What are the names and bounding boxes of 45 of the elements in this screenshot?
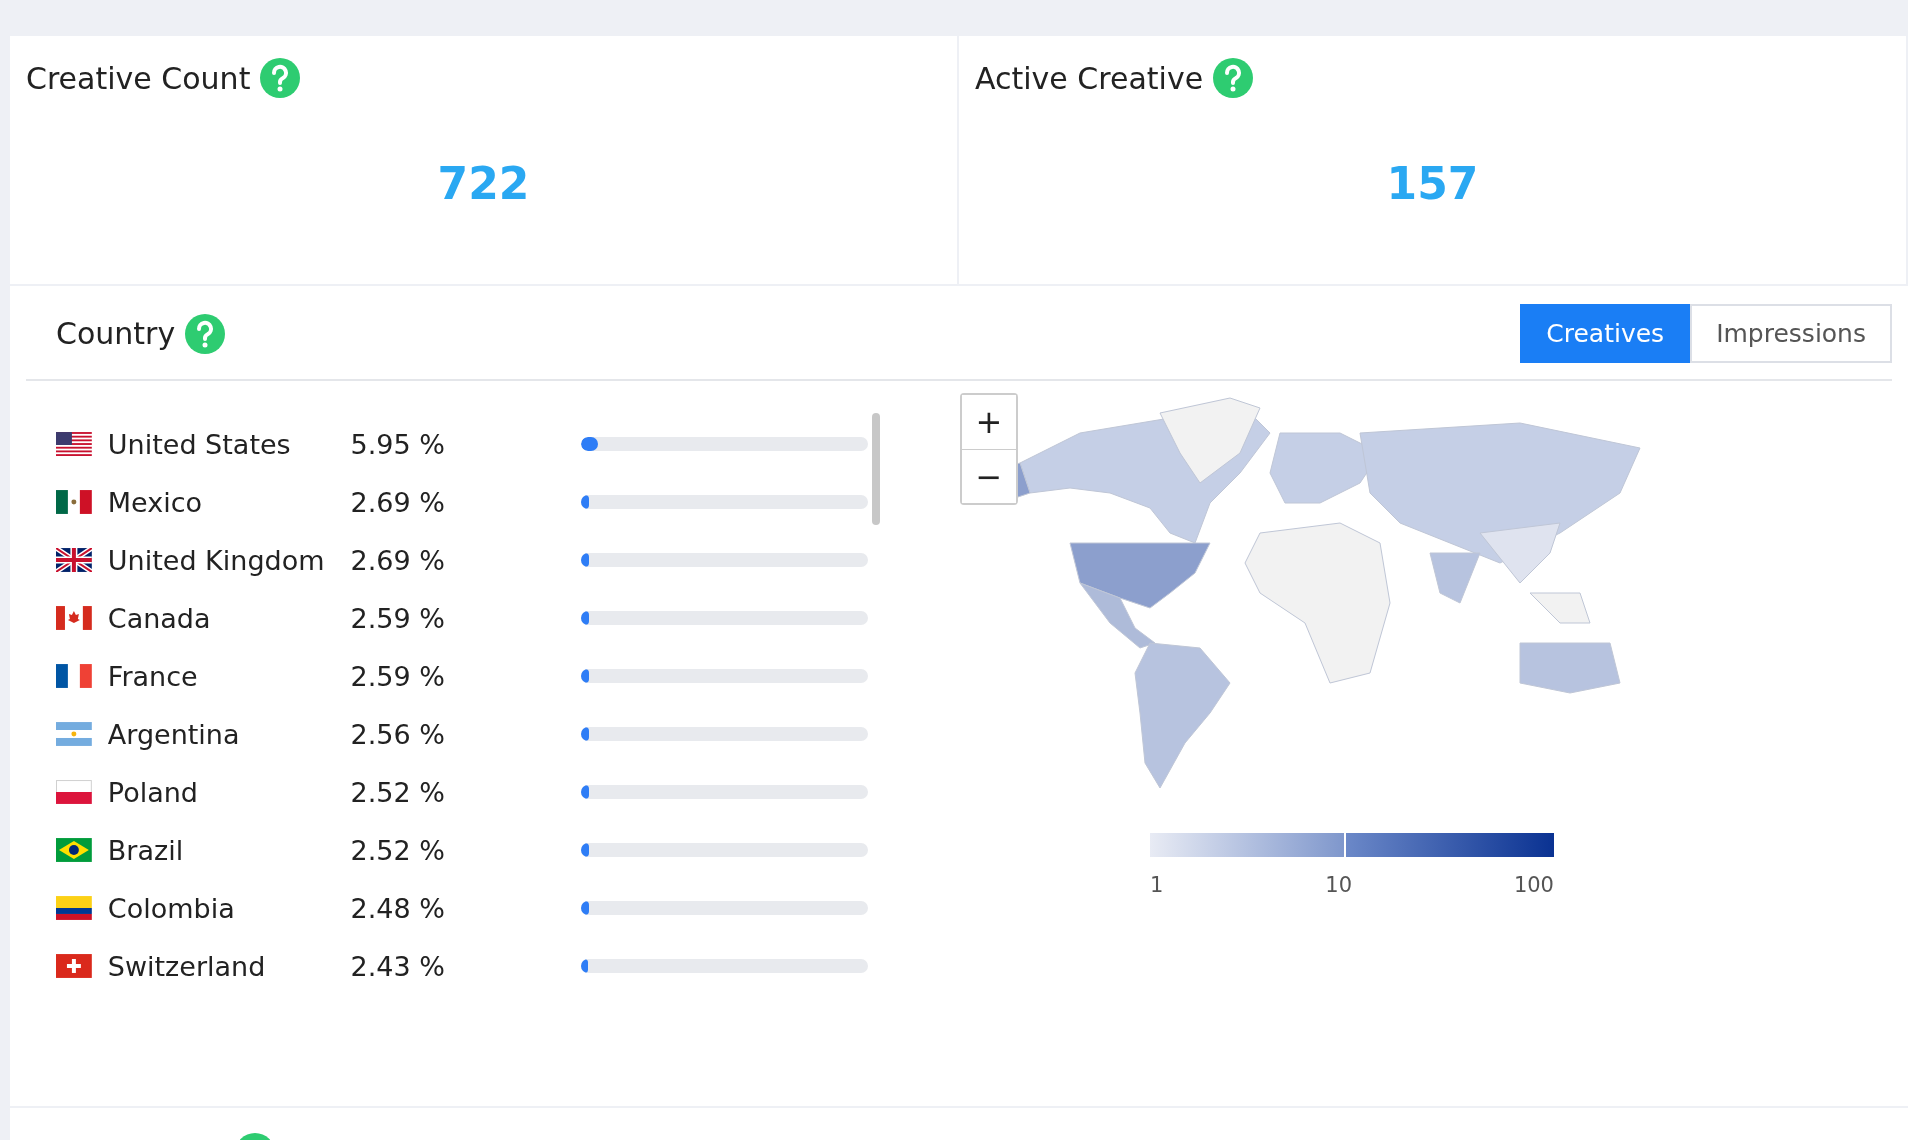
help-icon[interactable] (260, 58, 301, 98)
flag-icon (56, 838, 92, 862)
country-percent: 2.69 % (350, 486, 446, 518)
tab[interactable]: Creatives (1520, 304, 1691, 363)
section-title: Country (56, 316, 176, 351)
country-name: Switzerland (107, 950, 267, 982)
flag-icon (56, 954, 92, 978)
stat-value: 722 (436, 158, 531, 209)
flag-icon (56, 664, 92, 688)
scrollbar[interactable] (872, 413, 880, 525)
country-percent: 2.59 % (350, 602, 446, 634)
help-icon[interactable] (185, 313, 226, 354)
country-name: Mexico (107, 486, 204, 518)
flag-icon (56, 722, 92, 746)
country-name: Canada (107, 602, 212, 634)
country-name: Poland (107, 776, 199, 808)
flag-icon (56, 896, 92, 920)
scale-label: 10 (1325, 873, 1352, 897)
country-name: United States (107, 428, 292, 460)
stat-title: Active Creative (975, 60, 1204, 96)
scale-label: 100 (1513, 873, 1554, 897)
country-percent: 2.52 % (350, 776, 446, 808)
stat-value: 157 (1385, 158, 1480, 209)
country-name: Brazil (107, 834, 185, 866)
stat-title: Creative Count (26, 60, 251, 96)
country-percent: 2.69 % (350, 544, 446, 576)
country-percent: 2.43 % (350, 950, 446, 982)
tab[interactable]: Impressions (1690, 304, 1892, 363)
country-percent: 2.59 % (350, 660, 446, 692)
flag-icon (56, 432, 92, 456)
country-percent: 5.95 % (350, 428, 446, 460)
zoom-out-button[interactable]: − (962, 449, 1016, 503)
country-percent: 2.56 % (350, 718, 446, 750)
flag-icon (56, 780, 92, 804)
country-name: United Kingdom (107, 544, 326, 576)
help-icon[interactable] (1213, 58, 1254, 98)
flag-icon (56, 490, 92, 514)
country-percent: 2.48 % (350, 892, 446, 924)
flag-icon (56, 548, 92, 572)
flag-icon (56, 606, 92, 630)
country-percent: 2.52 % (350, 834, 446, 866)
country-name: Argentina (107, 718, 241, 750)
scale-label: 1 (1150, 873, 1164, 897)
country-name: Colombia (107, 892, 236, 924)
country-name: France (107, 660, 199, 692)
